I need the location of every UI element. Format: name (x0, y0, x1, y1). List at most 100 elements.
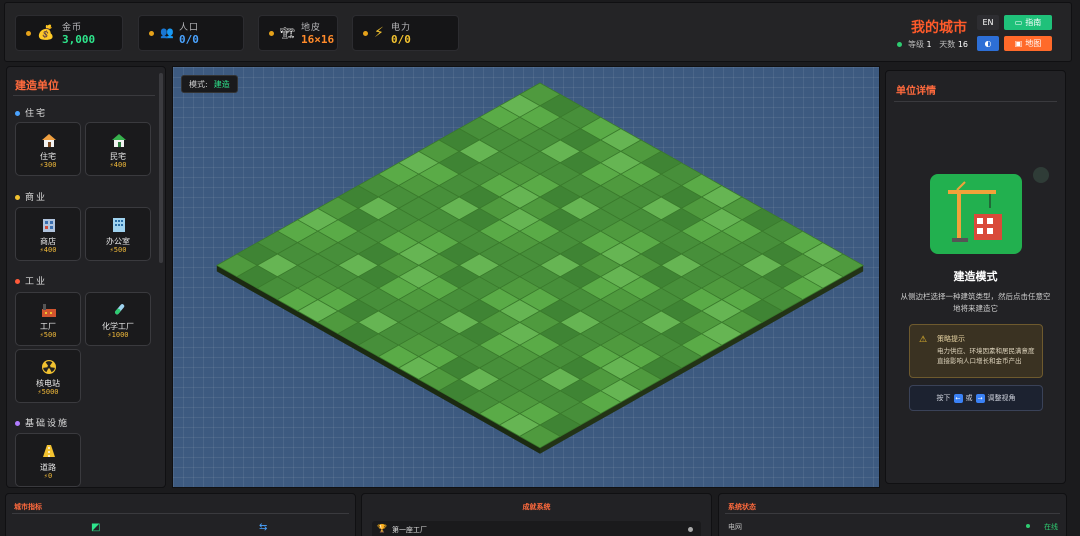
metrics-title: 城市指标 (14, 503, 42, 511)
power-stat: ⚡ 电力 0/0 (352, 15, 459, 51)
stat-indicator-dot (26, 31, 31, 36)
build-item-cost: ⚡0 (43, 472, 53, 480)
category-dot (15, 421, 20, 426)
land-icon: 🏗 (280, 26, 296, 40)
map-icon: ▣ (1014, 39, 1023, 48)
build-item-cost: ⚡300 (39, 161, 57, 169)
stat-value: 3,000 (62, 33, 96, 46)
achievement-label: 第一座工厂 (392, 526, 427, 534)
gold-stat: 💰 金币 3,000 (15, 15, 123, 51)
status-value: 在线 (1044, 523, 1058, 531)
top-bar: 💰 金币 3,000 👥 人口 0/0 🏗 地皮 16×16 ⚡ 电力 0/0 … (4, 2, 1072, 62)
divider (725, 513, 1060, 514)
category-label: 商业 (25, 193, 48, 203)
stat-value: 0/0 (179, 33, 199, 46)
category-label: 基础设施 (25, 419, 70, 429)
build-item-cost: ⚡400 (39, 246, 57, 254)
system-status-title: 系统状态 (728, 503, 756, 511)
category-dot (15, 279, 20, 284)
land-stat: 🏗 地皮 16×16 (258, 15, 338, 51)
strategy-tip: ⚠ 策略提示 电力供应、环境因素和居民满意度直接影响人口增长和金币产出 (909, 324, 1043, 378)
stat-label: 金币 (62, 23, 83, 33)
achievements-panel: 成就系统 🏆 第一座工厂 (361, 493, 712, 536)
mode-title: 建造模式 (953, 270, 998, 283)
left-arrow-key-icon: ← (953, 393, 963, 403)
house-icon (42, 134, 56, 147)
right-arrow-key-icon: → (975, 393, 985, 403)
detail-panel-title: 单位详情 (896, 86, 936, 97)
category-industrial: 工业 (15, 274, 47, 287)
status-dot (1033, 167, 1049, 183)
stat-indicator-dot (363, 31, 368, 36)
build-item-house[interactable]: 住宅 ⚡300 (15, 122, 81, 176)
test-tube-icon (115, 304, 125, 315)
level-label: 等级 (907, 40, 924, 49)
stat-label: 地皮 (301, 23, 322, 33)
key-hint: 按下 ← 或 → 调整视角 (909, 385, 1043, 411)
tip-title: 策略提示 (937, 335, 965, 343)
mode-description: 从侧边栏选择一种建筑类型，然后点击任意空地将来建造它 (900, 292, 1051, 313)
stat-indicator-dot (269, 31, 274, 36)
toggle-icon: ◐ (984, 39, 992, 48)
build-item-cost: ⚡500 (109, 246, 127, 254)
days-value: 16 (957, 40, 968, 49)
city-name: 我的城市 (911, 20, 967, 36)
guide-button[interactable]: ▭ 指南 (1004, 15, 1052, 30)
category-dot (15, 195, 20, 200)
divider (13, 95, 155, 96)
build-panel-title: 建造单位 (15, 79, 59, 92)
city-meta: 等级 1 天数 16 (897, 39, 968, 50)
days-label: 天数 (939, 40, 956, 49)
trophy-icon: 🏆 (377, 524, 387, 533)
achievements-title: 成就系统 (522, 503, 551, 511)
achievement-status-dot (688, 527, 693, 532)
language-button[interactable]: EN (977, 15, 999, 30)
category-dot (15, 111, 20, 116)
radiation-icon (42, 360, 56, 374)
key-hint-suffix: 调整视角 (987, 394, 1016, 402)
build-panel: 建造单位 住宅 住宅 ⚡300 民宅 ⚡400 商业 商店 ⚡400 办公室 ⚡… (6, 66, 166, 488)
isometric-grid[interactable] (173, 67, 880, 488)
shop-icon (43, 219, 55, 232)
stat-label: 人口 (179, 23, 200, 33)
detail-panel: 单位详情 建造模式 从侧边栏选择一种建筑类型，然后点击任意空地将来建造它 ⚠ 策… (885, 70, 1066, 484)
construction-crane-icon (930, 174, 1022, 254)
build-item-shop[interactable]: 商店 ⚡400 (15, 207, 81, 261)
category-commercial: 商业 (15, 190, 47, 203)
build-panel-scrollbar[interactable] (159, 73, 163, 263)
city-map-viewport[interactable]: 模式: 建造 (172, 66, 880, 488)
stat-label: 电力 (391, 23, 412, 33)
road-icon (43, 445, 55, 457)
level-value: 1 (926, 40, 932, 49)
category-infrastructure: 基础设施 (15, 416, 69, 429)
category-label: 工业 (25, 277, 48, 287)
book-icon: ▭ (1014, 18, 1023, 27)
build-item-cost: ⚡500 (39, 331, 57, 339)
stat-value: 16×16 (301, 33, 335, 46)
build-item-nuclear-plant[interactable]: 核电站 ⚡5000 (15, 349, 81, 403)
map-button[interactable]: ▣ 地图 (1004, 36, 1052, 51)
build-item-chemical-factory[interactable]: 化学工厂 ⚡1000 (85, 292, 151, 346)
city-metrics-panel: 城市指标 ◩ ⇆ (5, 493, 356, 536)
key-hint-prefix: 按下 (936, 394, 951, 402)
build-item-office[interactable]: 办公室 ⚡500 (85, 207, 151, 261)
office-icon (113, 218, 125, 232)
tip-body: 电力供应、环境因素和居民满意度直接影响人口增长和金币产出 (937, 347, 1035, 365)
build-item-cost: ⚡5000 (37, 388, 59, 396)
metric-icon: ◩ (91, 522, 101, 533)
status-online-dot (1026, 524, 1030, 528)
build-item-road[interactable]: 道路 ⚡0 (15, 433, 81, 487)
divider (894, 101, 1057, 102)
stat-value: 0/0 (391, 33, 411, 46)
factory-icon (42, 304, 56, 317)
view-toggle-button[interactable]: ◐ (977, 36, 999, 51)
lightning-icon: ⚡ (374, 25, 384, 41)
guide-button-label: 指南 (1025, 18, 1042, 27)
build-item-residence[interactable]: 民宅 ⚡400 (85, 122, 151, 176)
map-button-label: 地图 (1025, 39, 1042, 48)
build-item-cost: ⚡1000 (107, 331, 129, 339)
achievement-row: 🏆 第一座工厂 (372, 521, 701, 536)
people-icon: 👥 (160, 26, 174, 39)
warning-icon: ⚠ (919, 335, 928, 345)
build-item-factory[interactable]: 工厂 ⚡500 (15, 292, 81, 346)
